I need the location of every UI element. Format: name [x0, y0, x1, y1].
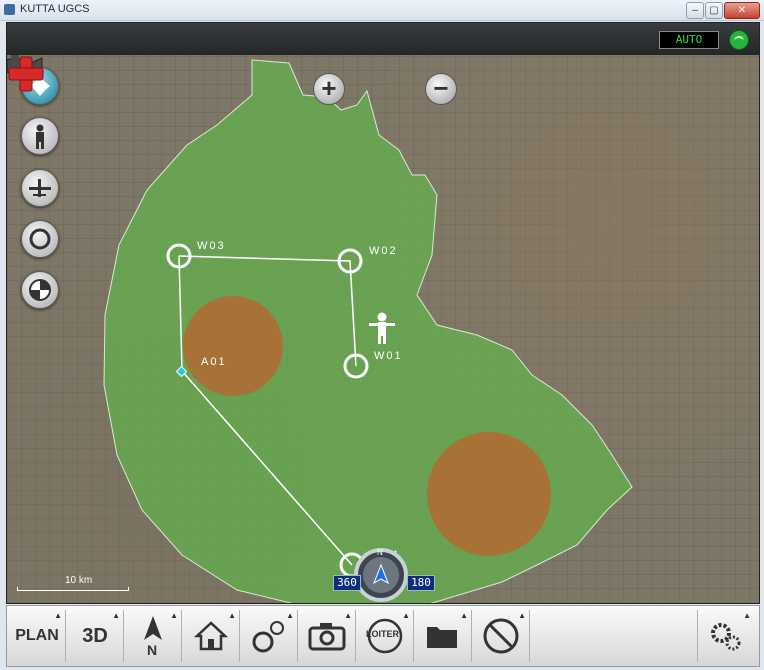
dropdown-caret-icon: ▲ [402, 611, 410, 620]
window-title: KUTTA UGCS [20, 3, 90, 15]
orbit-icon [29, 228, 51, 250]
folder-icon [427, 627, 457, 648]
main-frame: AUTO W03 W02 W01 W04 A01 [6, 22, 760, 604]
scale-bar: 10 km [17, 575, 129, 591]
map-overlay: W03 W02 W01 W04 A01 N [103, 59, 633, 603]
attitude-button[interactable] [21, 271, 59, 309]
heading-right-readout: 180 [407, 575, 435, 591]
open-folder-button[interactable]: ▲ [415, 610, 472, 662]
north-up-button[interactable]: N ▲ [125, 610, 182, 662]
aircraft-icon [29, 179, 51, 197]
coverage-area [103, 59, 633, 603]
waypoint-tool-button[interactable]: ▲ [241, 610, 298, 662]
dropdown-caret-icon: ▲ [743, 611, 751, 620]
maximize-button[interactable]: ▢ [705, 2, 723, 19]
loiter-button[interactable]: LOITER ▲ [357, 610, 414, 662]
dropdown-caret-icon: ▲ [344, 611, 352, 620]
dropdown-caret-icon: ▲ [54, 611, 62, 620]
close-button[interactable]: ✕ [724, 2, 760, 19]
plan-label: PLAN [15, 627, 59, 644]
settings-button[interactable]: ▲ [697, 610, 754, 662]
dropdown-caret-icon: ▲ [112, 611, 120, 620]
minimize-button[interactable]: – [686, 2, 704, 19]
loiter-label: LOITER [366, 629, 399, 639]
waypoint-label-w02: W02 [369, 245, 398, 257]
compass-icon[interactable] [354, 548, 408, 602]
dropdown-caret-icon: ▲ [170, 611, 178, 620]
flight-mode-indicator: AUTO [659, 31, 719, 49]
person-icon [36, 124, 44, 149]
view-3d-button[interactable]: 3D ▲ [67, 610, 124, 662]
waypoint-label-w01: W01 [374, 350, 403, 362]
window-titlebar: KUTTA UGCS – ▢ ✕ [0, 0, 764, 21]
bottom-toolbar: PLAN ▲ 3D ▲ N ▲ ▲ ▲ ▲ LOITER ▲ ▲ ▲ ▲ [6, 605, 760, 667]
plan-button[interactable]: PLAN ▲ [9, 610, 66, 662]
north-letter: N [147, 642, 158, 658]
orbit-button[interactable] [21, 220, 59, 258]
person-view-button[interactable] [21, 117, 59, 155]
compass-n-label: N [377, 548, 383, 557]
dropdown-caret-icon: ▲ [460, 611, 468, 620]
attitude-icon [29, 279, 51, 301]
add-red-cross-icon[interactable] [7, 55, 45, 93]
aircraft-view-button[interactable] [21, 169, 59, 207]
home-button[interactable]: ▲ [183, 610, 240, 662]
dropdown-caret-icon: ▲ [518, 611, 526, 620]
dropdown-caret-icon: ▲ [286, 611, 294, 620]
status-bar: AUTO [7, 23, 759, 55]
no-fly-icon [483, 618, 519, 654]
waypoint-tool-icon [252, 621, 284, 653]
zoom-in-button[interactable]: + [313, 73, 345, 105]
scale-label: 10 km [65, 575, 93, 586]
camera-icon [308, 623, 346, 651]
camera-capture-button[interactable]: ▲ [299, 610, 356, 662]
scale-line [17, 587, 129, 591]
area-label-a01: A01 [201, 356, 227, 368]
view-3d-label: 3D [82, 624, 108, 647]
map-view[interactable]: W03 W02 W01 W04 A01 N [7, 55, 759, 603]
nofly-zone-a01[interactable] [183, 296, 283, 396]
app-icon [4, 4, 15, 15]
heading-left-readout: 360 [333, 575, 361, 591]
nofly-zone[interactable] [427, 432, 551, 556]
no-fly-button[interactable]: ▲ [473, 610, 530, 662]
gear-icon [711, 623, 741, 651]
signal-icon [729, 30, 749, 50]
home-icon [194, 621, 228, 651]
zoom-out-button[interactable]: − [425, 73, 457, 105]
waypoint-label-w03: W03 [197, 240, 226, 252]
dropdown-caret-icon: ▲ [228, 611, 236, 620]
